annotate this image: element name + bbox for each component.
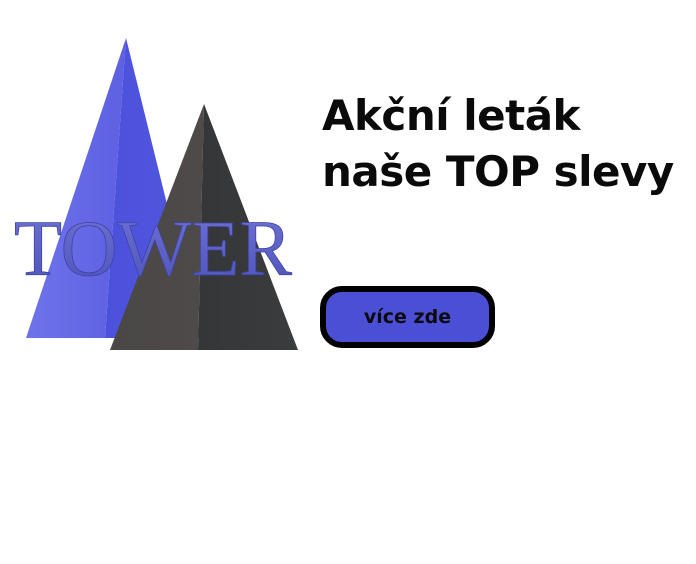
logo-wordmark: TOWER <box>14 206 292 293</box>
promo-headline: Akční leták naše TOP slevy <box>322 88 692 200</box>
promo-banner: TOWER Akční leták naše TOP slevy více zd… <box>0 0 696 564</box>
logo-wordmark-layer: TOWER <box>14 206 293 294</box>
more-info-button[interactable]: více zde <box>320 286 495 348</box>
headline-line-2: naše TOP slevy <box>322 147 674 196</box>
headline-line-1: Akční leták <box>322 91 580 140</box>
tower-logo: TOWER <box>10 30 300 360</box>
